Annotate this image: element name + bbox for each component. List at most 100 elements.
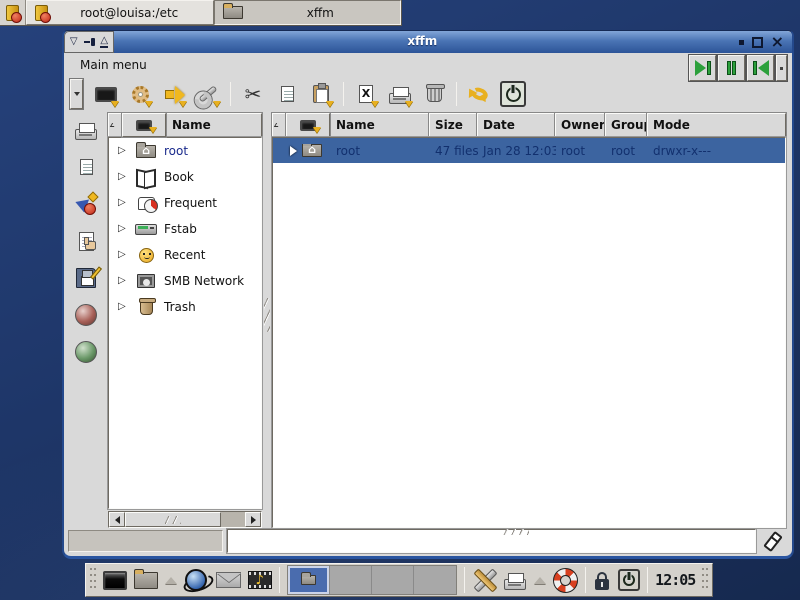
scissors-icon: ✂ <box>245 84 262 104</box>
tree-icon-header[interactable] <box>122 113 166 137</box>
file-row-root[interactable]: root 47 files Jan 28 12:03 root root drw… <box>273 138 785 163</box>
column-header-date[interactable]: Date <box>477 113 555 137</box>
titlebar[interactable]: ▽ △ xffm × <box>64 31 792 53</box>
scrollbar-track[interactable] <box>221 512 245 527</box>
tree-item-trash[interactable]: ▷ Trash <box>109 294 261 320</box>
status-entry-input[interactable] <box>227 529 756 553</box>
expander-icon[interactable]: ▷ <box>118 146 128 156</box>
splitter-grip-icon[interactable] <box>503 529 529 535</box>
help-launcher[interactable] <box>553 565 578 595</box>
side-sphere-green-button[interactable] <box>75 339 97 365</box>
scroll-left-button[interactable] <box>109 512 125 527</box>
tree-item-book[interactable]: ▷ Book <box>109 164 261 190</box>
maximize-button[interactable] <box>752 37 763 48</box>
copy-button[interactable] <box>270 79 304 109</box>
tree-item-frequent[interactable]: ▷ Frequent <box>109 190 261 216</box>
column-header-mode[interactable]: Mode <box>647 113 786 137</box>
side-copy-button[interactable] <box>80 154 93 180</box>
task-button-terminal[interactable]: root@louisa:/etc <box>26 0 214 25</box>
lock-screen-button[interactable] <box>593 565 611 595</box>
panel-grip-handle[interactable] <box>702 568 708 592</box>
bottom-panel: 12:05 <box>85 563 713 597</box>
print-button[interactable] <box>383 79 417 109</box>
column-header-group[interactable]: Group <box>605 113 647 137</box>
files-body[interactable]: root 47 files Jan 28 12:03 root root drw… <box>272 137 786 528</box>
settings-tool-button[interactable] <box>123 79 157 109</box>
panel-splitter[interactable] <box>262 113 272 528</box>
clear-entry-button[interactable] <box>760 532 786 551</box>
titlebar-right-buttons: × <box>731 31 792 53</box>
paste-button[interactable] <box>304 79 338 109</box>
expander-icon[interactable]: ▷ <box>118 198 128 208</box>
popup-arrow-icon[interactable] <box>165 577 177 584</box>
panel-grip-handle[interactable] <box>90 568 96 592</box>
taskbar-app-button[interactable] <box>0 0 26 25</box>
side-sphere-red-button[interactable] <box>75 302 97 328</box>
expander-icon[interactable]: ▷ <box>118 224 128 234</box>
browser-launcher[interactable] <box>184 565 208 595</box>
skip-back-button[interactable] <box>747 55 774 81</box>
expander-icon[interactable]: ▷ <box>118 172 128 182</box>
minimize-button[interactable] <box>739 40 744 45</box>
file-manager-launcher[interactable] <box>134 565 158 595</box>
media-launcher[interactable] <box>248 565 272 595</box>
tree-horizontal-scrollbar[interactable] <box>108 511 262 528</box>
task-button-xffm[interactable]: xffm <box>214 0 402 25</box>
pager-desktop-1[interactable] <box>288 566 330 594</box>
document-tools-button[interactable]: X <box>349 79 383 109</box>
tree-name-header[interactable]: Name <box>166 113 262 137</box>
panel-clock[interactable]: 12:05 <box>655 571 695 589</box>
expander-icon[interactable]: ▷ <box>118 250 128 260</box>
tree-item-root[interactable]: ▷ root <box>109 138 261 164</box>
side-select-button[interactable] <box>79 228 94 254</box>
tree-sort-cell[interactable] <box>108 113 122 137</box>
popup-arrow-icon[interactable] <box>534 577 546 584</box>
column-header-size[interactable]: Size <box>429 113 477 137</box>
pager-desktop-2[interactable] <box>330 566 372 594</box>
lifebuoy-icon <box>553 568 578 593</box>
scroll-right-button[interactable] <box>245 512 261 527</box>
goto-tool-button[interactable] <box>157 79 191 109</box>
file-owner: root <box>556 144 606 158</box>
files-sort-cell[interactable] <box>272 113 286 137</box>
cut-button[interactable]: ✂ <box>236 79 270 109</box>
tree-item-smb-network[interactable]: ▷ SMB Network <box>109 268 261 294</box>
expander-icon[interactable]: ▷ <box>118 276 128 286</box>
close-button[interactable]: × <box>771 34 784 50</box>
expander-icon[interactable]: ▷ <box>118 302 128 312</box>
trash-icon <box>427 87 442 102</box>
tree-item-fstab[interactable]: ▷ Fstab <box>109 216 261 242</box>
side-goto-button[interactable] <box>75 191 97 217</box>
recent-icon <box>139 248 154 263</box>
main-menu[interactable]: Main menu <box>80 58 147 72</box>
stick-button[interactable] <box>83 35 96 49</box>
refresh-button[interactable] <box>462 79 496 109</box>
window-menu-button[interactable]: ▽ <box>67 35 80 49</box>
power-button[interactable] <box>496 79 530 109</box>
skip-forward-button[interactable] <box>689 55 716 81</box>
expander-icon[interactable] <box>290 146 297 156</box>
terminal-launcher[interactable] <box>103 565 127 595</box>
settings-launcher[interactable] <box>472 565 496 595</box>
trash-button[interactable] <box>417 79 451 109</box>
column-header-owner[interactable]: Owner <box>555 113 605 137</box>
pause-button[interactable] <box>718 55 745 81</box>
side-save-button[interactable] <box>76 265 96 291</box>
scrollbar-thumb[interactable] <box>125 512 221 527</box>
column-header-name[interactable]: Name <box>330 113 429 137</box>
print-launcher[interactable] <box>503 565 527 595</box>
tree-item-recent[interactable]: ▷ Recent <box>109 242 261 268</box>
nav-more-button[interactable] <box>776 55 787 81</box>
files-icon-header[interactable] <box>286 113 330 137</box>
pause-icon <box>732 61 736 75</box>
toolbar-dropdown-button[interactable] <box>70 79 83 109</box>
terminal-tool-button[interactable] <box>89 79 123 109</box>
tools-tool-button[interactable] <box>191 79 225 109</box>
pager-desktop-3[interactable] <box>372 566 414 594</box>
mail-launcher[interactable] <box>216 565 241 595</box>
side-print-button[interactable] <box>75 117 97 143</box>
panel-power-button[interactable] <box>618 565 640 595</box>
goto-icon <box>75 193 97 215</box>
pager-desktop-4[interactable] <box>414 566 456 594</box>
shade-button[interactable]: △ <box>98 35 111 49</box>
